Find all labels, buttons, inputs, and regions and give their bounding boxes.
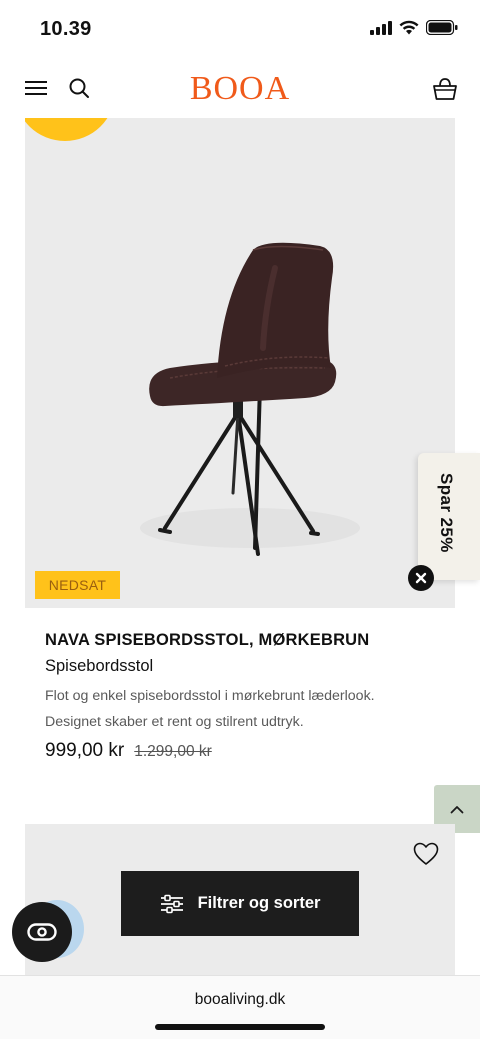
close-promo-button[interactable] bbox=[408, 565, 434, 591]
home-indicator bbox=[155, 1024, 325, 1030]
chair-image bbox=[140, 242, 360, 556]
logo[interactable]: BOOA bbox=[0, 70, 480, 108]
status-bar: 10.39 bbox=[0, 0, 480, 60]
price-old: 1.299,00 kr bbox=[134, 743, 212, 760]
signal-icon bbox=[370, 20, 392, 35]
price-current: 999,00 kr bbox=[45, 740, 125, 761]
promo-tab[interactable]: Spar 25% bbox=[418, 453, 480, 580]
chevron-up-icon bbox=[450, 805, 464, 813]
description-line: Designet skaber et rent og stilrent udtr… bbox=[45, 714, 304, 730]
description-line: Flot og enkel spisebordsstol i mørkebrun… bbox=[45, 688, 375, 704]
sale-badge: NEDSAT bbox=[35, 571, 120, 599]
browser-url-bar[interactable]: booaliving.dk bbox=[0, 975, 480, 1039]
battery-icon bbox=[426, 20, 458, 35]
product-image[interactable]: NEDSAT bbox=[25, 118, 455, 608]
heart-icon[interactable] bbox=[413, 842, 439, 866]
chat-icon bbox=[27, 923, 57, 941]
product-description: Flot og enkel spisebordsstol i mørkebrun… bbox=[45, 683, 435, 735]
product-category: Spisebordsstol bbox=[45, 657, 154, 675]
site-header: BOOA bbox=[0, 60, 480, 118]
status-time: 10.39 bbox=[40, 18, 92, 40]
close-icon bbox=[415, 572, 427, 584]
sliders-icon bbox=[160, 894, 183, 913]
url-text[interactable]: booaliving.dk bbox=[0, 991, 480, 1009]
chat-button[interactable] bbox=[12, 902, 72, 962]
filter-sort-button[interactable]: Filtrer og sorter bbox=[121, 871, 359, 936]
price-row: 999,00 kr 1.299,00 kr bbox=[45, 740, 212, 762]
product-name[interactable]: NAVA SPISEBORDSSTOL, MØRKEBRUN bbox=[45, 631, 369, 650]
status-icons bbox=[370, 20, 458, 35]
wifi-icon bbox=[399, 20, 419, 35]
promo-label: Spar 25% bbox=[437, 473, 456, 553]
filter-sort-label: Filtrer og sorter bbox=[197, 894, 321, 912]
decorative-blob bbox=[25, 118, 115, 141]
basket-icon[interactable] bbox=[432, 76, 458, 102]
